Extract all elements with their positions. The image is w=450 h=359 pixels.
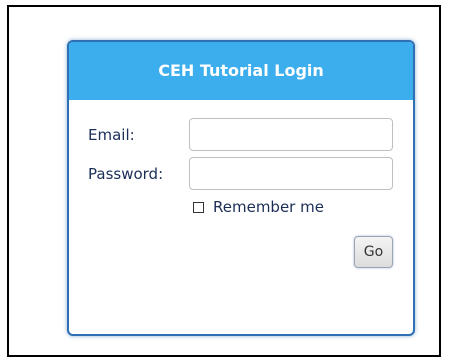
login-form: CEH Tutorial Login Email: Password: Reme… xyxy=(67,40,415,336)
remember-me-label: Remember me xyxy=(213,198,324,216)
screenshot-frame: CEH Tutorial Login Email: Password: Reme… xyxy=(7,5,441,357)
email-field[interactable] xyxy=(189,118,393,151)
email-label: Email: xyxy=(88,126,135,144)
remember-me-checkbox[interactable] xyxy=(193,201,204,213)
password-field[interactable] xyxy=(189,157,393,190)
remember-me-option[interactable]: Remember me xyxy=(193,198,324,216)
login-title: CEH Tutorial Login xyxy=(69,42,413,100)
password-label: Password: xyxy=(88,165,164,183)
go-button[interactable]: Go xyxy=(354,236,393,268)
